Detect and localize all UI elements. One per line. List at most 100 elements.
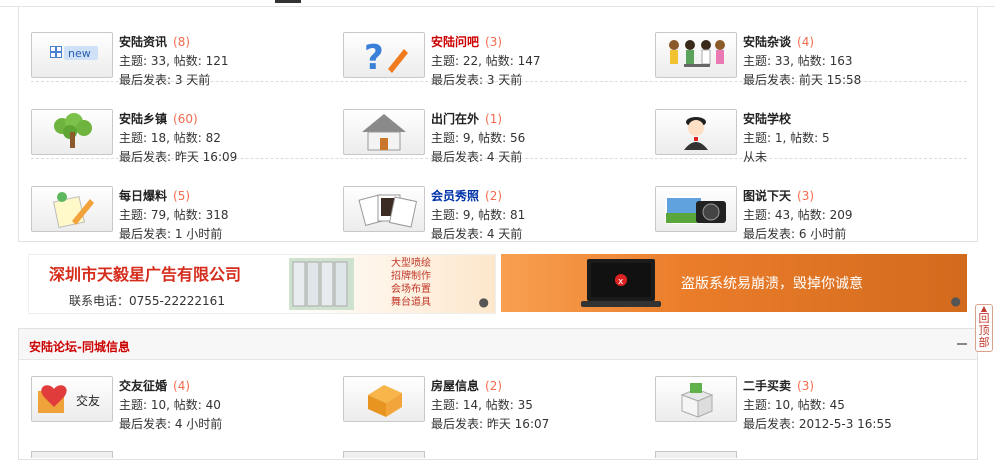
- ad-service-item: 招牌制作: [391, 271, 431, 282]
- forum-stats: 主题: 10, 帖数: 45: [743, 398, 845, 412]
- forum-title[interactable]: 安陆学校: [743, 112, 791, 126]
- forum-title[interactable]: 安陆问吧: [431, 35, 479, 49]
- forum-last-post: 最后发表: 4 天前: [431, 150, 523, 164]
- forum-new-count: (3): [797, 379, 815, 393]
- forum-row: 每日爆料 (5) 主题: 79, 帖数: 318 最后发表: 1 小时前 会员秀照…: [31, 173, 967, 241]
- forum-cell[interactable]: ? 安陆问吧 (3) 主题: 22, 帖数: 147 最后发表: 3 天前: [343, 19, 643, 87]
- forum-stats: 主题: 22, 帖数: 147: [431, 54, 541, 68]
- forum-last-post: 最后发表: 1 小时前: [119, 227, 223, 241]
- section-header: 安陆论坛-同城信息: [19, 329, 977, 360]
- forum-last-post: 最后发表: 2012-5-3 16:55: [743, 417, 892, 431]
- forum-title[interactable]: 每日爆料: [119, 189, 167, 203]
- forum-last-post: 最后发表: 3 天前: [431, 73, 523, 87]
- ad-phone: 联系电话：0755-22222161: [69, 294, 225, 308]
- laptop-error-icon: x: [581, 259, 661, 307]
- forum-title[interactable]: 会员秀照: [431, 189, 479, 203]
- forum-cell[interactable]: 会员秀照 (2) 主题: 9, 帖数: 81 最后发表: 4 天前: [343, 173, 643, 241]
- forum-last-post: 最后发表: 前天 15:58: [743, 73, 862, 87]
- forum-title[interactable]: 安陆乡镇: [119, 112, 167, 126]
- forum-new-count: (2): [485, 189, 503, 203]
- camera-icon[interactable]: [655, 186, 737, 232]
- top-bar-edge: [275, 0, 301, 3]
- forum-section-panel: 安陆论坛-同城信息 交友 交友征婚 (4) 主题: 10, 帖数: 40 最后发表…: [18, 328, 978, 460]
- ad-slogan: 盗版系统易崩溃，毁掉你诚意: [681, 276, 863, 292]
- forum-title[interactable]: 二手买卖: [743, 379, 791, 393]
- forum-stats: 主题: 33, 帖数: 121: [119, 54, 229, 68]
- forum-stats: 主题: 43, 帖数: 209: [743, 208, 853, 222]
- note-pencil-icon[interactable]: [31, 186, 113, 232]
- new-icon[interactable]: new: [31, 32, 113, 78]
- paw-icon: ●: [478, 295, 489, 309]
- gift-heart-icon[interactable]: 交友: [31, 376, 113, 422]
- forum-stats: 主题: 1, 帖数: 5: [743, 131, 830, 145]
- forum-stats: 主题: 9, 帖数: 56: [431, 131, 526, 145]
- forum-new-count: (3): [797, 189, 815, 203]
- building-icon[interactable]: [343, 376, 425, 422]
- forum-title[interactable]: 安陆资讯: [119, 35, 167, 49]
- forum-new-count: (3): [485, 35, 503, 49]
- forum-new-count: (4): [173, 379, 191, 393]
- forum-new-count: (60): [173, 112, 198, 126]
- svg-text:x: x: [618, 277, 624, 287]
- top-bar: [0, 0, 995, 7]
- banner-roll-image: [289, 258, 354, 310]
- forum-title[interactable]: 交友征婚: [119, 379, 167, 393]
- forum-stats: 主题: 10, 帖数: 40: [119, 398, 221, 412]
- forum-new-count: (2): [485, 379, 503, 393]
- forum-stats: 主题: 33, 帖数: 163: [743, 54, 853, 68]
- forum-last-post: 最后发表: 6 小时前: [743, 227, 847, 241]
- paw-icon: ●: [950, 294, 961, 308]
- forum-stats: 主题: 9, 帖数: 81: [431, 208, 526, 222]
- question-mark-icon[interactable]: ?: [343, 32, 425, 78]
- box-icon[interactable]: [655, 376, 737, 422]
- forum-row: new 安陆资讯 (8) 主题: 33, 帖数: 121 最后发表: 3 天前 ?…: [31, 19, 967, 87]
- svg-text:?: ?: [364, 38, 384, 77]
- forum-cell[interactable]: 图说下天 (3) 主题: 43, 帖数: 209 最后发表: 6 小时前: [655, 173, 955, 241]
- student-icon[interactable]: [655, 109, 737, 155]
- forum-cell[interactable]: new 安陆资讯 (8) 主题: 33, 帖数: 121 最后发表: 3 天前: [31, 19, 331, 87]
- forum-new-count: (5): [173, 189, 191, 203]
- section-title[interactable]: 安陆论坛-同城信息: [29, 338, 130, 355]
- forum-last-post: 最后发表: 4 天前: [431, 227, 523, 241]
- ad-service-item: 舞台道具: [391, 297, 431, 308]
- ad-service-item: 会场布置: [391, 284, 431, 295]
- new-icon-label: new: [68, 47, 91, 60]
- forum-title[interactable]: 出门在外: [431, 112, 479, 126]
- ad-service-item: 大型喷绘: [391, 258, 431, 269]
- ad-services: 大型喷绘 招牌制作 会场布置 舞台道具: [391, 257, 431, 309]
- forum-last-post: 最后发表: 3 天前: [119, 73, 211, 87]
- forum-cell[interactable]: 安陆杂谈 (4) 主题: 33, 帖数: 163 最后发表: 前天 15:58: [655, 19, 955, 87]
- forum-title[interactable]: 图说下天: [743, 189, 791, 203]
- forum-new-count: (8): [173, 35, 191, 49]
- forum-last-post: 最后发表: 4 小时前: [119, 417, 223, 431]
- photos-icon[interactable]: [343, 186, 425, 232]
- forum-row: 安陆乡镇 (60) 主题: 18, 帖数: 82 最后发表: 昨天 16:09 出…: [31, 96, 967, 164]
- forum-cell[interactable]: 出门在外 (1) 主题: 9, 帖数: 56 最后发表: 4 天前: [343, 96, 643, 164]
- forum-last-post: 最后发表: 昨天 16:07: [431, 417, 550, 431]
- forum-row: 交友 交友征婚 (4) 主题: 10, 帖数: 40 最后发表: 4 小时前 房屋…: [31, 363, 967, 431]
- forum-title[interactable]: 安陆杂谈: [743, 35, 791, 49]
- forum-stats: 主题: 18, 帖数: 82: [119, 131, 221, 145]
- back-to-top-button[interactable]: ▲ 回顶部: [975, 304, 993, 352]
- forum-cell[interactable]: 交友 交友征婚 (4) 主题: 10, 帖数: 40 最后发表: 4 小时前: [31, 363, 331, 431]
- tree-icon[interactable]: [31, 109, 113, 155]
- forum-cell[interactable]: 每日爆料 (5) 主题: 79, 帖数: 318 最后发表: 1 小时前: [31, 173, 331, 241]
- collapse-icon[interactable]: [957, 343, 967, 345]
- forum-cell[interactable]: 安陆学校 主题: 1, 帖数: 5 从未: [655, 96, 955, 164]
- gift-heart-icon-label: 交友: [76, 393, 100, 408]
- forum-cell[interactable]: 二手买卖 (3) 主题: 10, 帖数: 45 最后发表: 2012-5-3 16…: [655, 363, 955, 431]
- forum-stats: 主题: 79, 帖数: 318: [119, 208, 229, 222]
- forum-cell[interactable]: 房屋信息 (2) 主题: 14, 帖数: 35 最后发表: 昨天 16:07: [343, 363, 643, 431]
- forum-stats: 主题: 14, 帖数: 35: [431, 398, 533, 412]
- people-chatting-icon[interactable]: [655, 32, 737, 78]
- next-row-partial: [31, 451, 967, 458]
- forum-title[interactable]: 房屋信息: [431, 379, 479, 393]
- house-icon[interactable]: [343, 109, 425, 155]
- forum-last-post: 最后发表: 昨天 16:09: [119, 150, 238, 164]
- forum-cell[interactable]: 安陆乡镇 (60) 主题: 18, 帖数: 82 最后发表: 昨天 16:09: [31, 96, 331, 164]
- ad-banner-left[interactable]: 深圳市天毅星广告有限公司 联系电话：0755-22222161 大型喷绘 招牌制…: [28, 254, 496, 314]
- forum-panel: new 安陆资讯 (8) 主题: 33, 帖数: 121 最后发表: 3 天前 ?…: [18, 7, 978, 242]
- ad-banner-right[interactable]: x 盗版系统易崩溃，毁掉你诚意 ●: [501, 254, 967, 312]
- ad-company-name: 深圳市天毅星广告有限公司: [49, 265, 242, 284]
- forum-new-count: (1): [485, 112, 503, 126]
